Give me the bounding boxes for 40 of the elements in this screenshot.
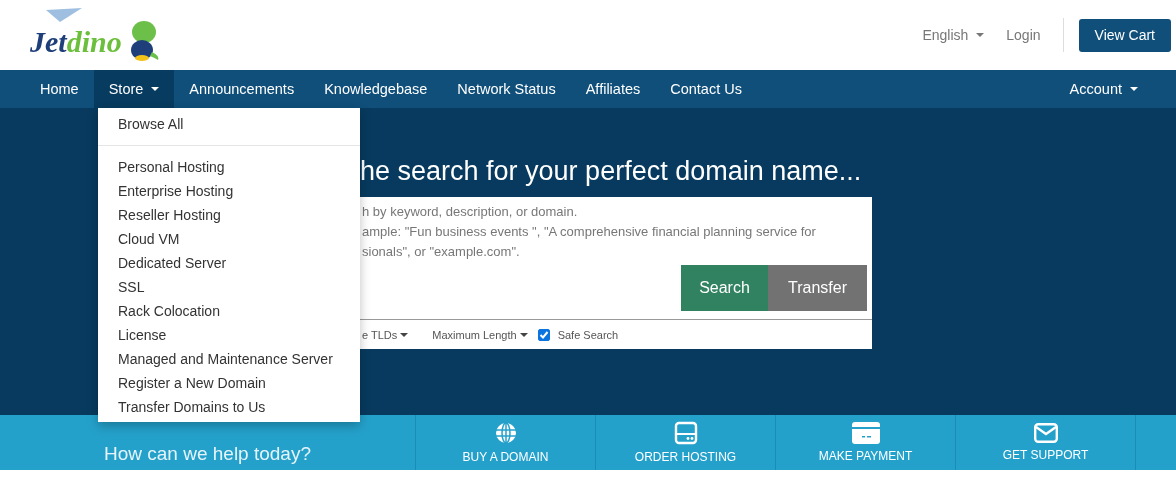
top-link[interactable]: Login — [1006, 27, 1041, 43]
nav-item[interactable]: Announcements — [174, 70, 310, 108]
menu-item[interactable]: Managed and Maintenance Server — [98, 347, 360, 371]
nav-item[interactable]: Home — [25, 70, 94, 108]
search-placeholder: ample: "Fun business events ", "A comprehensive financial planning service for — [362, 223, 817, 241]
globe-icon — [493, 421, 518, 445]
menu-item[interactable]: Personal Hosting — [98, 155, 360, 179]
nav-item[interactable]: Affiliates — [570, 70, 656, 108]
search-placeholder: h by keyword, description, or domain. — [362, 203, 579, 221]
checkbox[interactable] — [537, 328, 550, 341]
credit-card-icon — [851, 422, 880, 444]
menu-item[interactable]: Register a New Domain — [98, 371, 360, 395]
nav-item[interactable]: Store — [93, 70, 175, 108]
hero-title: he search for your perfect domain name... — [360, 156, 863, 187]
account-menu[interactable]: Account — [1054, 70, 1153, 108]
transfer-button[interactable]: Transfer — [768, 265, 867, 311]
view-cart-button[interactable]: View Cart — [1078, 18, 1171, 52]
envelope-icon — [1033, 423, 1058, 443]
menu-item[interactable]: SSL — [98, 275, 360, 299]
filter-dropdown[interactable]: e TLDs — [362, 328, 409, 341]
logo-text[interactable]: Jetdino — [28, 22, 126, 62]
server-icon — [673, 421, 698, 445]
menu-item[interactable]: Browse All — [98, 112, 360, 136]
search-placeholder: sionals", or "example.com". — [362, 243, 521, 261]
menu-item[interactable]: Reseller Hosting — [98, 203, 360, 227]
checkbox-label: Safe Search — [557, 328, 619, 341]
top-link[interactable]: English — [922, 27, 985, 43]
nav-item[interactable]: Network Status — [442, 70, 571, 108]
menu-item[interactable]: License — [98, 323, 360, 347]
nav-item[interactable]: Knowledgebase — [309, 70, 443, 108]
filter-dropdown[interactable]: Maximum Length — [432, 328, 528, 341]
menu-item[interactable]: Transfer Domains to Us — [98, 395, 360, 419]
menu-item[interactable]: Rack Colocation — [98, 299, 360, 323]
menu-item[interactable]: Enterprise Hosting — [98, 179, 360, 203]
nav-item[interactable]: Contact Us — [655, 70, 757, 108]
menu-item[interactable]: Cloud VM — [98, 227, 360, 251]
help-title: How can we help today? — [104, 442, 311, 465]
paper-plane-icon — [46, 8, 82, 22]
search-button[interactable]: Search — [681, 265, 768, 311]
menu-item[interactable]: Dedicated Server — [98, 251, 360, 275]
